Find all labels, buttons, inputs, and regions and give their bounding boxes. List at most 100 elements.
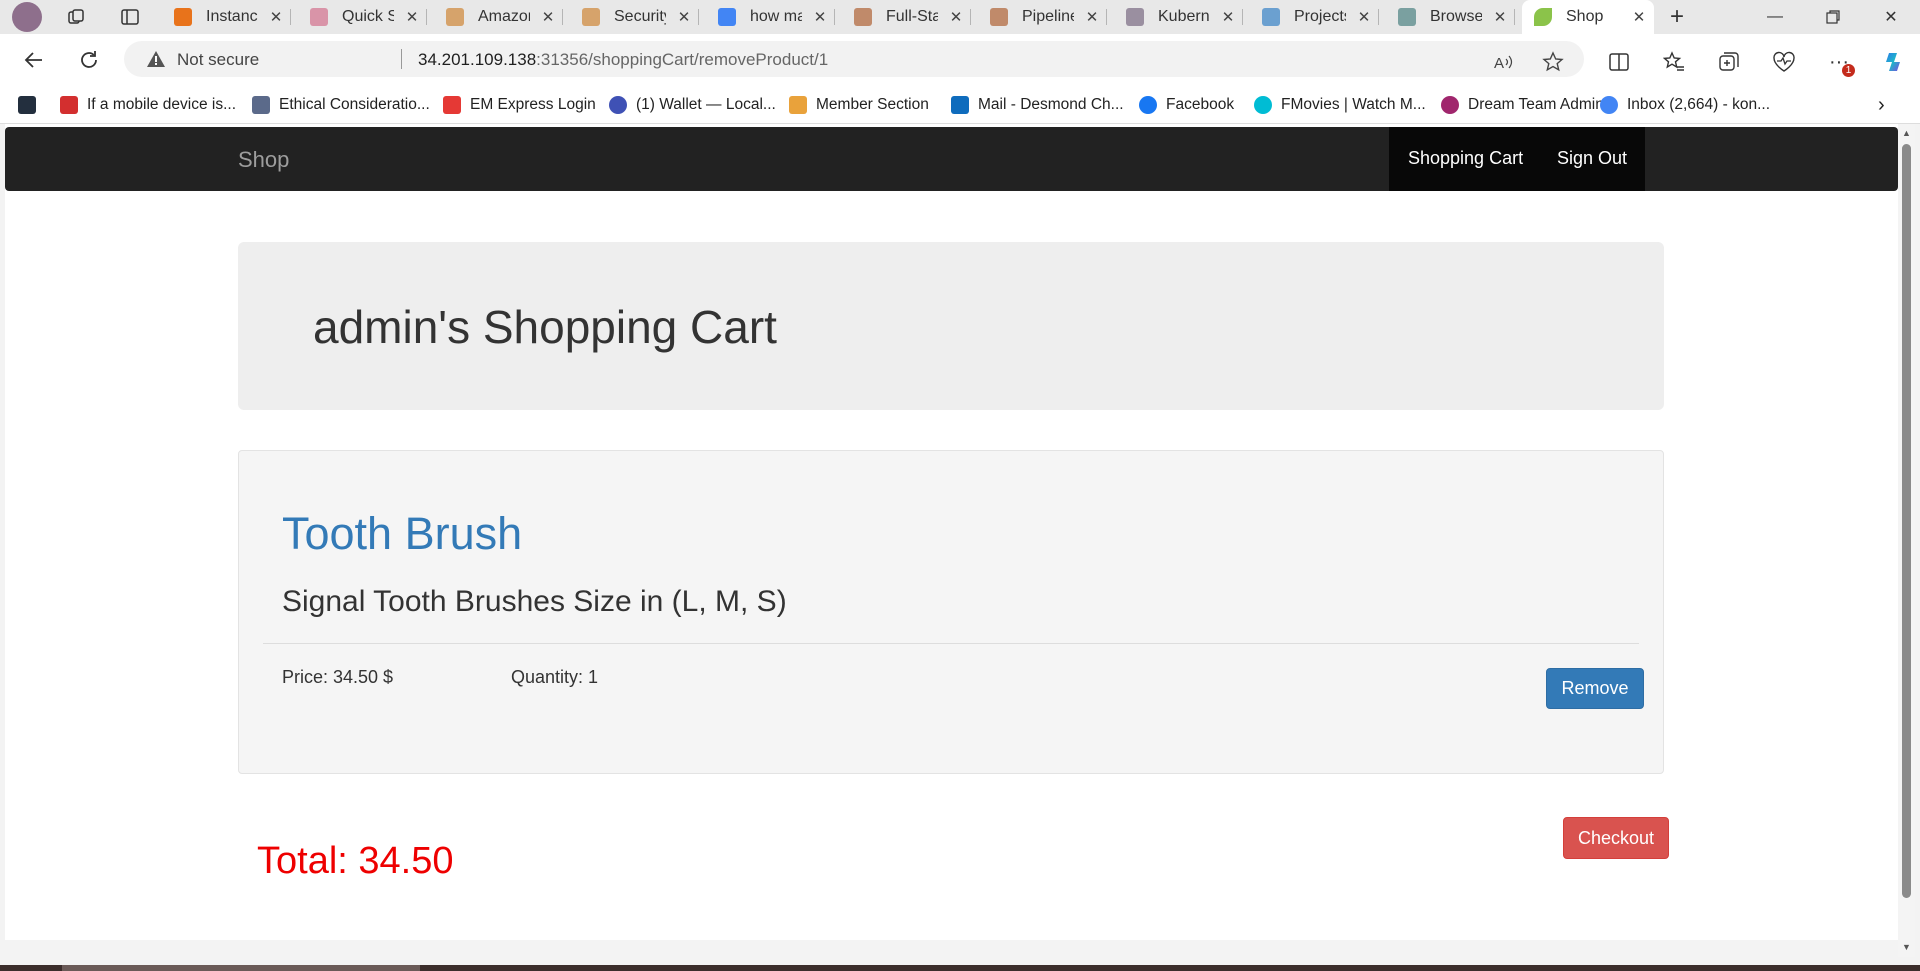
tab-8[interactable]: Projects ✕: [1250, 0, 1379, 34]
page-scrollbar[interactable]: ▲ ▼: [1898, 124, 1915, 957]
new-tab-button[interactable]: +: [1654, 0, 1700, 34]
split-screen-icon[interactable]: [1606, 49, 1632, 75]
bookmark-label: FMovies | Watch M...: [1281, 96, 1426, 113]
scrollbar-thumb[interactable]: [1902, 144, 1911, 898]
close-icon[interactable]: ✕: [1083, 8, 1101, 26]
tab-4[interactable]: how ma ✕: [706, 0, 835, 34]
tab-label: Amazon: [478, 8, 530, 25]
remove-button[interactable]: Remove: [1546, 668, 1644, 709]
close-icon[interactable]: ✕: [1219, 8, 1237, 26]
bookmark-label: Ethical Consideratio...: [279, 96, 430, 113]
scroll-down-icon[interactable]: ▼: [1902, 942, 1911, 952]
url-text[interactable]: 34.201.109.138:31356/shoppingCart/remove…: [418, 50, 828, 70]
bookmark-label: Dream Team Admin...: [1468, 96, 1617, 113]
warning-icon[interactable]: [146, 50, 166, 73]
bookmark-7[interactable]: Facebook: [1139, 94, 1234, 116]
close-icon[interactable]: ✕: [539, 8, 557, 26]
notification-badge: 1: [1842, 64, 1855, 77]
scroll-up-icon[interactable]: ▲: [1902, 128, 1911, 138]
tab-9[interactable]: Browse ✕: [1386, 0, 1515, 34]
tab-label: Security: [614, 8, 666, 25]
checkout-button[interactable]: Checkout: [1563, 817, 1669, 859]
bookmark-3[interactable]: EM Express Login: [443, 94, 596, 116]
close-icon[interactable]: ✕: [1491, 8, 1509, 26]
bookmark-8[interactable]: FMovies | Watch M...: [1254, 94, 1426, 116]
product-quantity: Quantity: 1: [511, 667, 599, 687]
tab-10-active[interactable]: Shop ✕: [1522, 0, 1654, 34]
taskbar-edge: [0, 965, 1920, 971]
close-icon[interactable]: ✕: [811, 8, 829, 26]
close-icon[interactable]: ✕: [1355, 8, 1373, 26]
close-icon[interactable]: ✕: [267, 8, 285, 26]
tab-label: Shop: [1566, 8, 1604, 25]
bookmark-label: Mail - Desmond Ch...: [978, 96, 1124, 113]
link-icon: [252, 96, 270, 114]
bookmark-6[interactable]: Mail - Desmond Ch...: [951, 94, 1124, 116]
tab-6[interactable]: Pipeline ✕: [978, 0, 1107, 34]
tab-0[interactable]: Instance ✕: [162, 0, 291, 34]
tab-favicon-icon: [1126, 8, 1144, 26]
url-path: :31356/shoppingCart/removeProduct/1: [536, 50, 829, 69]
tab-favicon-icon: [990, 8, 1008, 26]
url-bar[interactable]: Not secure 34.201.109.138:31356/shopping…: [124, 41, 1584, 77]
restore-button[interactable]: [1810, 0, 1856, 34]
oracle-icon: [443, 96, 461, 114]
bookmark-1[interactable]: If a mobile device is...: [60, 94, 236, 116]
back-button[interactable]: [18, 44, 50, 76]
read-aloud-icon[interactable]: A: [1491, 49, 1517, 75]
collections-icon[interactable]: [1716, 49, 1742, 75]
nav-shopping-cart[interactable]: Shopping Cart: [1408, 148, 1523, 169]
workspaces-icon[interactable]: [64, 5, 88, 29]
tab-5[interactable]: Full-Stac ✕: [842, 0, 971, 34]
close-icon[interactable]: ✕: [675, 8, 693, 26]
bookmark-4[interactable]: (1) Wallet — Local...: [609, 94, 776, 116]
facebook-icon: [1139, 96, 1157, 114]
tab-favicon-icon: [1262, 8, 1280, 26]
copilot-icon[interactable]: [1880, 49, 1906, 75]
tab-favicon-icon: [718, 8, 736, 26]
tab-actions-icon[interactable]: [118, 5, 142, 29]
bookmark-2[interactable]: Ethical Consideratio...: [252, 94, 430, 116]
leaf-favicon-icon: [1534, 8, 1552, 26]
close-icon[interactable]: ✕: [403, 8, 421, 26]
reload-button[interactable]: [73, 44, 105, 76]
tab-label: Projects: [1294, 8, 1346, 25]
site-navbar: Shop Shopping Cart Sign Out: [5, 127, 1898, 191]
close-window-button[interactable]: ✕: [1868, 0, 1914, 34]
bookmark-10[interactable]: Inbox (2,664) - kon...: [1600, 94, 1770, 116]
tab-2[interactable]: Amazon ✕: [434, 0, 563, 34]
favorites-icon[interactable]: [1661, 49, 1687, 75]
tab-7[interactable]: Kuberne ✕: [1114, 0, 1243, 34]
tab-favicon-icon: [446, 8, 464, 26]
tab-3[interactable]: Security ✕: [570, 0, 699, 34]
close-icon[interactable]: ✕: [947, 8, 965, 26]
product-price: Price: 34.50 $: [282, 667, 394, 687]
browser-essentials-icon[interactable]: [1771, 49, 1797, 75]
page-viewport: Shop Shopping Cart Sign Out admin's Shop…: [5, 124, 1898, 940]
tab-label: Kuberne: [1158, 8, 1210, 25]
product-name-link[interactable]: Tooth Brush: [282, 508, 522, 560]
minimize-button[interactable]: —: [1752, 0, 1798, 34]
tab-favicon-icon: [174, 8, 192, 26]
svg-text:A: A: [1494, 55, 1504, 72]
tab-label: Full-Stac: [886, 8, 938, 25]
nav-sign-out[interactable]: Sign Out: [1557, 148, 1627, 169]
bookmark-9[interactable]: Dream Team Admin...: [1441, 94, 1617, 116]
close-icon[interactable]: ✕: [1630, 8, 1648, 26]
bookmark-aws[interactable]: [18, 94, 36, 116]
cart-item-panel: Tooth Brush Signal Tooth Brushes Size in…: [238, 450, 1664, 774]
not-secure-label[interactable]: Not secure: [177, 50, 259, 70]
brand-link[interactable]: Shop: [238, 147, 289, 173]
profile-avatar[interactable]: [12, 2, 42, 32]
tab-1[interactable]: Quick Se ✕: [298, 0, 427, 34]
bookmark-5[interactable]: Member Section: [789, 94, 929, 116]
tab-label: how ma: [750, 8, 802, 25]
favorite-star-icon[interactable]: [1540, 49, 1566, 75]
bookmark-label: (1) Wallet — Local...: [636, 96, 776, 113]
bookmark-label: Inbox (2,664) - kon...: [1627, 96, 1771, 113]
aws-icon: [18, 96, 36, 114]
address-bar-row: Not secure 34.201.109.138:31356/shopping…: [0, 34, 1920, 87]
chevron-right-icon[interactable]: ›: [1878, 94, 1885, 116]
tab-favicon-icon: [310, 8, 328, 26]
pb-icon: [60, 96, 78, 114]
